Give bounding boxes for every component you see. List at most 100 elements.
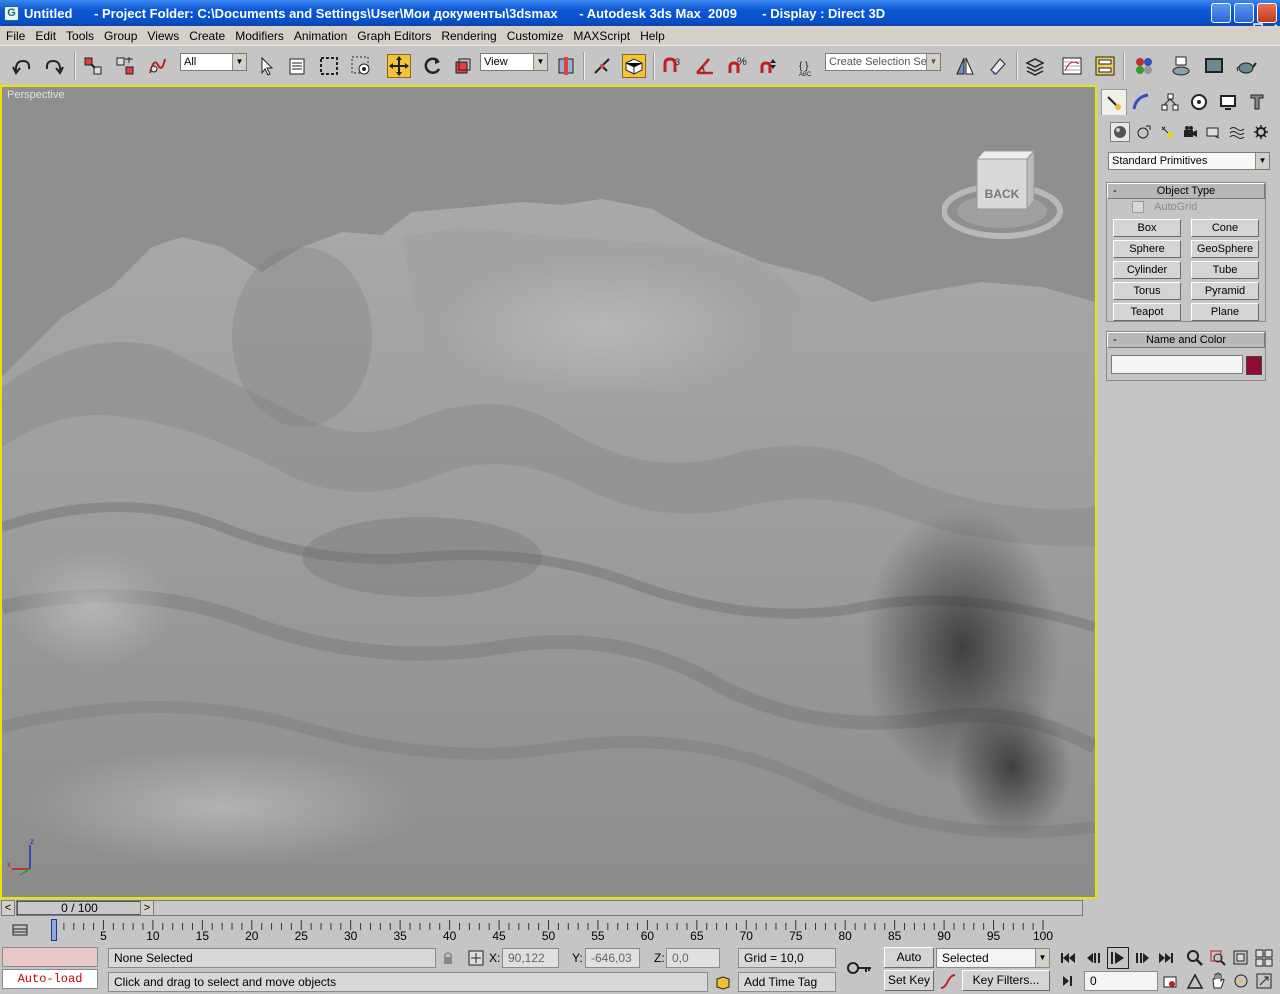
tab-utilities[interactable] [1244,89,1270,115]
undo-button[interactable] [10,54,34,78]
time-slider-thumb[interactable]: 0 / 100 [17,901,142,915]
menu-customize[interactable]: Customize [503,27,570,45]
percent-snap-toggle-button[interactable]: % [725,54,749,78]
close-button[interactable] [1257,3,1280,35]
play-button[interactable] [1107,947,1129,969]
time-slider-next-button[interactable]: > [140,900,154,916]
angle-snap-toggle-button[interactable] [693,54,717,78]
rectangular-selection-button[interactable] [317,54,341,78]
tube-button[interactable]: Tube [1191,261,1259,279]
menu-file[interactable]: File [2,27,31,45]
box-button[interactable]: Box [1113,219,1181,237]
object-category-dropdown[interactable]: Standard Primitives ▼ [1108,152,1270,170]
select-object-button[interactable] [254,54,278,78]
go-to-start-button[interactable] [1058,948,1078,968]
cylinder-button[interactable]: Cylinder [1113,261,1181,279]
material-editor-button[interactable] [1132,54,1156,78]
tab-create[interactable] [1101,89,1127,115]
viewcube-face-label[interactable]: BACK [979,187,1025,201]
tab-motion[interactable] [1186,89,1212,115]
x-coordinate-field[interactable]: 90,122 [502,948,559,968]
systems-category-button[interactable] [1251,122,1271,142]
y-coordinate-field[interactable]: -646,03 [585,948,640,968]
name-and-color-rollout-header[interactable]: - Name and Color [1107,332,1265,348]
maxscript-mini-listener[interactable]: Auto-load [2,969,98,989]
minimize-button[interactable] [1211,3,1238,34]
time-slider-prev-button[interactable]: < [1,900,15,916]
auto-key-button[interactable]: Auto Key [884,947,934,983]
geosphere-button[interactable]: GeoSphere [1191,240,1259,258]
current-frame-marker[interactable] [51,919,57,941]
select-and-rotate-button[interactable] [420,54,444,78]
mini-curve-editor-button[interactable] [10,920,30,940]
app-icon[interactable]: G [4,5,19,21]
maximize-viewport-toggle[interactable] [1254,971,1274,991]
rendered-frame-window-button[interactable] [1202,54,1226,78]
menu-edit[interactable]: Edit [31,27,62,45]
layer-manager-button[interactable] [1023,54,1047,78]
cameras-category-button[interactable] [1180,122,1200,142]
selection-filter-dropdown[interactable]: All ▼ [180,53,247,71]
add-time-tag-field[interactable]: Add Time Tag [738,972,836,992]
edit-named-selection-button[interactable]: { } ABC [795,54,819,78]
schematic-view-button[interactable] [1093,54,1117,78]
zoom-all-button[interactable] [1208,948,1228,968]
bind-to-space-warp-button[interactable] [145,54,169,78]
helpers-category-button[interactable] [1203,122,1223,142]
set-key-button[interactable]: Set Key [884,970,934,991]
go-to-end-button[interactable] [1156,948,1176,968]
select-and-link-button[interactable] [81,54,105,78]
key-mode-toggle[interactable] [1060,971,1080,991]
named-selection-sets-dropdown[interactable]: Create Selection Set ▼ [825,53,941,71]
menu-help[interactable]: Help [636,27,671,45]
use-pivot-center-button[interactable] [554,54,578,78]
selection-lock-button[interactable] [438,948,458,968]
perspective-viewport[interactable]: Perspective BACK z x [0,85,1097,899]
set-key-mode-button[interactable] [846,958,874,978]
field-of-view-button[interactable] [1185,971,1205,991]
render-setup-button[interactable] [1169,54,1193,78]
reference-coordinate-dropdown[interactable]: View ▼ [480,53,548,71]
time-slider-track[interactable]: 0 / 100 [16,900,1083,916]
geometry-category-button[interactable] [1110,122,1130,142]
track-bar[interactable]: 0510152025303540455055606570758085909510… [0,916,1099,946]
zoom-button[interactable] [1185,948,1205,968]
cone-button[interactable]: Cone [1191,219,1259,237]
redo-button[interactable] [42,54,66,78]
current-frame-field[interactable]: 0 [1084,971,1158,991]
pyramid-button[interactable]: Pyramid [1191,282,1259,300]
menu-modifiers[interactable]: Modifiers [231,27,290,45]
lights-category-button[interactable] [1157,122,1177,142]
select-and-scale-button[interactable] [451,54,475,78]
viewcube[interactable]: BACK [941,149,1067,244]
align-button[interactable] [985,54,1009,78]
plane-button[interactable]: Plane [1191,303,1259,321]
default-tangents-button[interactable] [938,972,958,992]
tab-display[interactable] [1215,89,1241,115]
orbit-button[interactable] [1231,971,1251,991]
pan-view-button[interactable] [1208,971,1228,991]
absolute-offset-toggle[interactable] [466,948,486,968]
autogrid-checkbox[interactable]: AutoGrid [1132,201,1197,213]
tab-hierarchy[interactable] [1157,89,1183,115]
render-production-button[interactable] [1234,54,1258,78]
shapes-category-button[interactable] [1134,122,1154,142]
select-and-manipulate-button[interactable] [590,54,614,78]
time-tag-button[interactable] [713,973,733,993]
snaps-toggle-button[interactable]: 3 [660,54,684,78]
zoom-extents-button[interactable] [1231,948,1251,968]
menu-create[interactable]: Create [185,27,231,45]
maxscript-listener-top[interactable] [2,947,98,967]
menu-tools[interactable]: Tools [62,27,100,45]
previous-frame-button[interactable] [1084,948,1104,968]
menu-graph-editors[interactable]: Graph Editors [353,27,437,45]
teapot-button[interactable]: Teapot [1113,303,1181,321]
curve-editor-button[interactable] [1060,54,1084,78]
key-selection-dropdown[interactable]: Selected ▼ [936,948,1050,968]
object-color-swatch[interactable] [1246,356,1262,375]
menu-rendering[interactable]: Rendering [437,27,502,45]
sphere-button[interactable]: Sphere [1113,240,1181,258]
window-crossing-button[interactable] [349,54,373,78]
space-warps-category-button[interactable] [1227,122,1247,142]
zoom-extents-all-button[interactable] [1254,948,1274,968]
